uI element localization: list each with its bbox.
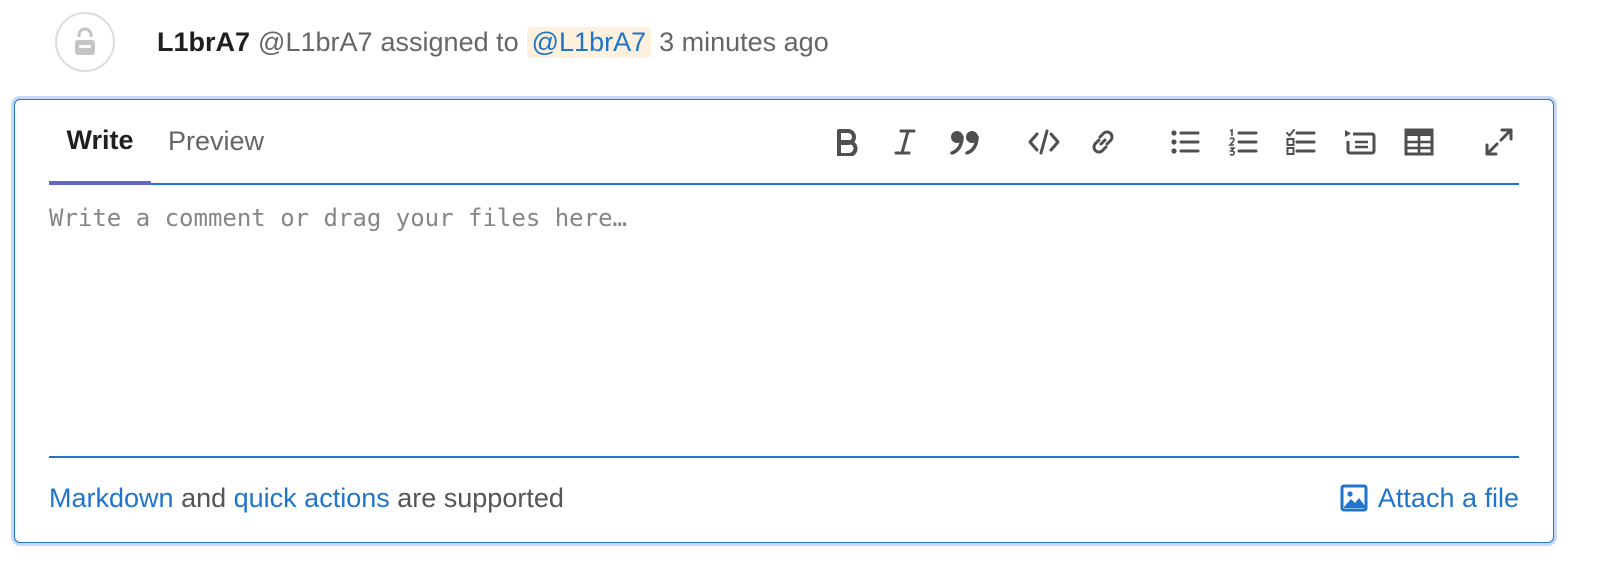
code-button[interactable] — [1024, 122, 1064, 162]
code-icon — [1028, 129, 1060, 155]
editor-footer: Markdown and quick actions are supported… — [49, 460, 1519, 536]
bold-button[interactable] — [827, 122, 867, 162]
quick-actions-link[interactable]: quick actions — [234, 483, 390, 513]
image-icon — [1340, 484, 1368, 512]
markdown-link[interactable]: Markdown — [49, 483, 174, 513]
collapsible-section-button[interactable] — [1340, 122, 1380, 162]
attach-file-label: Attach a file — [1377, 482, 1519, 513]
table-icon — [1404, 128, 1434, 156]
tab-write[interactable]: Write — [49, 100, 151, 185]
bold-icon — [837, 129, 858, 156]
link-button[interactable] — [1083, 122, 1123, 162]
bullet-list-button[interactable] — [1165, 122, 1205, 162]
task-list-icon — [1286, 129, 1316, 155]
bullet-list-icon — [1171, 130, 1200, 154]
fullscreen-icon — [1485, 128, 1513, 156]
avatar[interactable] — [55, 12, 115, 72]
numbered-list-button[interactable] — [1223, 122, 1263, 162]
and-text: and — [181, 482, 227, 513]
comment-textarea[interactable] — [49, 186, 1519, 456]
italic-button[interactable] — [885, 122, 925, 162]
system-note: L1brA7 @L1brA7 assigned to @L1brA7 3 min… — [55, 10, 829, 74]
timestamp[interactable]: 3 minutes ago — [659, 27, 829, 58]
quote-icon — [950, 131, 979, 155]
fullscreen-button[interactable] — [1479, 122, 1519, 162]
table-button[interactable] — [1399, 122, 1439, 162]
user-icon — [75, 27, 95, 55]
editor-header: Write Preview — [49, 100, 1519, 185]
supported-text: are supported — [397, 482, 564, 513]
author-handle[interactable]: @L1brA7 — [258, 27, 372, 58]
quote-button[interactable] — [945, 122, 985, 162]
note-text: L1brA7 @L1brA7 assigned to @L1brA7 3 min… — [157, 26, 829, 58]
action-text: assigned to — [380, 26, 519, 57]
author-name[interactable]: L1brA7 — [157, 27, 250, 58]
task-list-button[interactable] — [1281, 122, 1321, 162]
collapsible-section-icon — [1345, 130, 1376, 155]
markdown-help: Markdown and quick actions are supported — [49, 483, 564, 514]
italic-icon — [894, 129, 916, 155]
attach-file-button[interactable]: Attach a file — [1340, 483, 1519, 514]
comment-textarea-wrapper — [49, 186, 1519, 458]
comment-editor: Write Preview Write a comment or drag yo… — [14, 99, 1554, 543]
numbered-list-icon — [1228, 128, 1258, 156]
page: L1brA7 @L1brA7 assigned to @L1brA7 3 min… — [0, 0, 1608, 572]
link-icon — [1092, 130, 1114, 154]
assignee-mention[interactable]: @L1brA7 — [526, 26, 652, 58]
tab-preview[interactable]: Preview — [166, 100, 266, 183]
